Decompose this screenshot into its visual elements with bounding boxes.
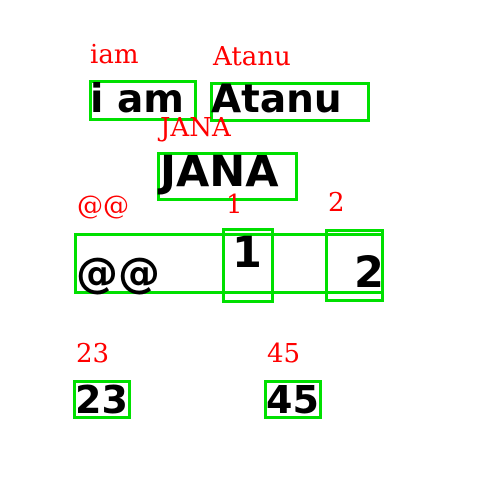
detected-text-2: 2 [354, 248, 384, 298]
detected-text-jana: JANA [160, 147, 279, 197]
detection-label-2: 2 [328, 188, 345, 218]
detection-label-45: 45 [267, 339, 301, 369]
detected-text-1: 1 [232, 228, 262, 278]
detection-label-iam: iam [90, 40, 139, 70]
detected-text-45: 45 [266, 378, 319, 422]
detection-label-1: 1 [226, 190, 243, 220]
detection-label-23: 23 [76, 339, 110, 369]
detected-text-at-at: @@ [76, 248, 160, 297]
detected-text-23: 23 [75, 378, 128, 422]
detection-label-at-at: @@ [77, 191, 129, 221]
detection-label-atanu: Atanu [213, 42, 291, 72]
detection-label-jana: JANA [160, 113, 231, 143]
